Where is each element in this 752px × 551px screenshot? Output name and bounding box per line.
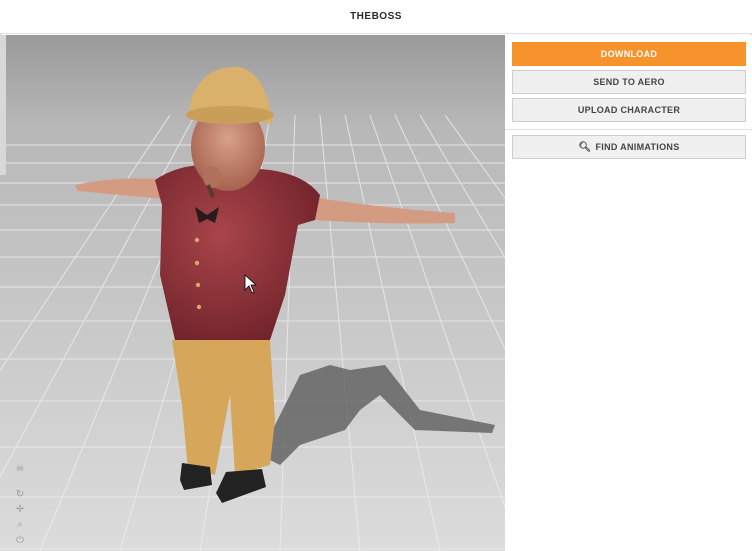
send-to-aero-label: SEND TO AERO (593, 77, 665, 87)
character-title: THEBOSS (350, 11, 402, 22)
pan-icon[interactable]: ✛ (14, 504, 26, 515)
3d-viewport[interactable]: ☠ ↻ ✛ ⌕ ⏻ (0, 35, 505, 551)
rotate-icon[interactable]: ↻ (14, 489, 26, 500)
zoom-icon[interactable]: ⌕ (14, 519, 26, 530)
viewport-scrollbar[interactable] (0, 35, 6, 175)
find-animations-button[interactable]: 🔍︎ FIND ANIMATIONS (512, 135, 746, 159)
power-icon[interactable]: ⏻ (14, 535, 26, 546)
download-label: DOWNLOAD (600, 49, 658, 59)
skull-icon[interactable]: ☠ (14, 463, 26, 474)
send-to-aero-button[interactable]: SEND TO AERO (512, 70, 746, 94)
title-bar: THEBOSS (0, 0, 752, 34)
sidebar-divider (505, 129, 752, 130)
search-icon: 🔍︎ (578, 141, 592, 153)
find-animations-label: FIND ANIMATIONS (595, 142, 680, 152)
upload-character-label: UPLOAD CHARACTER (577, 105, 681, 115)
upload-character-button[interactable]: UPLOAD CHARACTER (512, 98, 746, 122)
right-sidebar: DOWNLOAD SEND TO AERO UPLOAD CHARACTER 🔍… (505, 35, 752, 551)
download-button[interactable]: DOWNLOAD (512, 42, 746, 66)
scene-canvas[interactable] (0, 35, 505, 551)
